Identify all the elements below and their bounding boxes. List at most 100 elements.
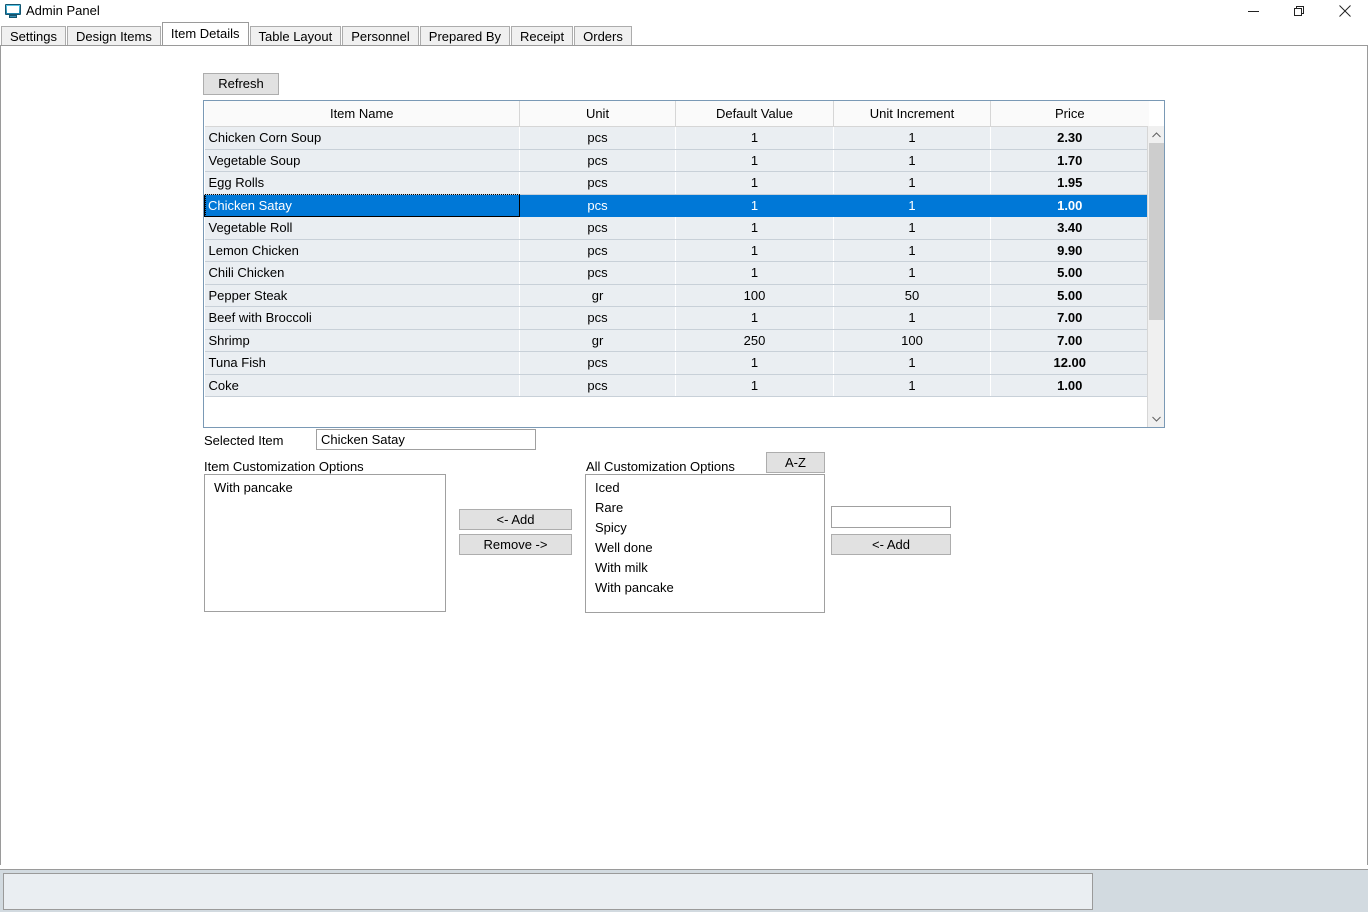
close-icon[interactable] <box>1322 0 1368 22</box>
cell-default-value[interactable]: 1 <box>676 217 834 240</box>
cell-item-name[interactable]: Vegetable Soup <box>205 149 520 172</box>
cell-unit[interactable]: pcs <box>520 352 676 375</box>
cell-unit-increment[interactable]: 1 <box>834 307 991 330</box>
list-item[interactable]: With pancake <box>586 578 824 598</box>
selected-item-input[interactable] <box>316 429 536 450</box>
cell-price[interactable]: 1.00 <box>991 194 1149 217</box>
cell-item-name[interactable]: Chicken Corn Soup <box>205 127 520 150</box>
table-row[interactable]: Pepper Steakgr100505.00 <box>205 284 1149 307</box>
cell-unit-increment[interactable]: 1 <box>834 374 991 397</box>
cell-price[interactable]: 5.00 <box>991 262 1149 285</box>
cell-unit[interactable]: pcs <box>520 127 676 150</box>
cell-unit[interactable]: gr <box>520 329 676 352</box>
cell-unit-increment[interactable]: 1 <box>834 217 991 240</box>
cell-default-value[interactable]: 1 <box>676 307 834 330</box>
table-row[interactable]: Lemon Chickenpcs119.90 <box>205 239 1149 262</box>
tab-settings[interactable]: Settings <box>1 26 66 45</box>
chevron-down-icon[interactable] <box>1148 410 1164 427</box>
list-item[interactable]: With milk <box>586 558 824 578</box>
tab-orders[interactable]: Orders <box>574 26 632 45</box>
cell-item-name[interactable]: Chicken Satay <box>205 194 520 217</box>
cell-unit[interactable]: pcs <box>520 149 676 172</box>
grid-vertical-scrollbar[interactable] <box>1147 126 1164 427</box>
cell-item-name[interactable]: Shrimp <box>205 329 520 352</box>
all-customization-options-list[interactable]: IcedRareSpicyWell doneWith milkWith panc… <box>585 474 825 613</box>
table-row[interactable]: Shrimpgr2501007.00 <box>205 329 1149 352</box>
item-customization-options-list[interactable]: With pancake <box>204 474 446 612</box>
table-row[interactable]: Beef with Broccolipcs117.00 <box>205 307 1149 330</box>
column-header-item-name[interactable]: Item Name <box>205 101 520 127</box>
column-header-price[interactable]: Price <box>991 101 1149 127</box>
list-item[interactable]: Well done <box>586 538 824 558</box>
cell-price[interactable]: 12.00 <box>991 352 1149 375</box>
cell-unit[interactable]: pcs <box>520 374 676 397</box>
table-row[interactable]: Chicken Corn Souppcs112.30 <box>205 127 1149 150</box>
cell-unit-increment[interactable]: 1 <box>834 172 991 195</box>
cell-default-value[interactable]: 100 <box>676 284 834 307</box>
cell-price[interactable]: 3.40 <box>991 217 1149 240</box>
table-row[interactable]: Tuna Fishpcs1112.00 <box>205 352 1149 375</box>
cell-price[interactable]: 7.00 <box>991 329 1149 352</box>
cell-price[interactable]: 5.00 <box>991 284 1149 307</box>
cell-price[interactable]: 1.70 <box>991 149 1149 172</box>
cell-default-value[interactable]: 1 <box>676 239 834 262</box>
restore-icon[interactable] <box>1276 0 1322 22</box>
table-row[interactable]: Chicken Sataypcs111.00 <box>205 194 1149 217</box>
cell-item-name[interactable]: Egg Rolls <box>205 172 520 195</box>
table-row[interactable]: Egg Rollspcs111.95 <box>205 172 1149 195</box>
cell-unit[interactable]: pcs <box>520 307 676 330</box>
cell-unit-increment[interactable]: 1 <box>834 127 991 150</box>
cell-item-name[interactable]: Lemon Chicken <box>205 239 520 262</box>
column-header-unit[interactable]: Unit <box>520 101 676 127</box>
cell-unit-increment[interactable]: 1 <box>834 194 991 217</box>
remove-option-from-item-button[interactable]: Remove -> <box>459 534 572 555</box>
cell-unit-increment[interactable]: 50 <box>834 284 991 307</box>
cell-default-value[interactable]: 1 <box>676 262 834 285</box>
table-row[interactable]: Cokepcs111.00 <box>205 374 1149 397</box>
cell-unit[interactable]: pcs <box>520 239 676 262</box>
cell-price[interactable]: 2.30 <box>991 127 1149 150</box>
tab-table-layout[interactable]: Table Layout <box>250 26 342 45</box>
cell-price[interactable]: 1.95 <box>991 172 1149 195</box>
refresh-button[interactable]: Refresh <box>203 73 279 95</box>
new-option-input[interactable] <box>831 506 951 528</box>
cell-default-value[interactable]: 1 <box>676 172 834 195</box>
cell-item-name[interactable]: Coke <box>205 374 520 397</box>
cell-unit[interactable]: pcs <box>520 217 676 240</box>
column-header-default-value[interactable]: Default Value <box>676 101 834 127</box>
table-row[interactable]: Chili Chickenpcs115.00 <box>205 262 1149 285</box>
cell-default-value[interactable]: 1 <box>676 374 834 397</box>
cell-default-value[interactable]: 1 <box>676 127 834 150</box>
cell-item-name[interactable]: Tuna Fish <box>205 352 520 375</box>
column-header-unit-increment[interactable]: Unit Increment <box>834 101 991 127</box>
cell-item-name[interactable]: Chili Chicken <box>205 262 520 285</box>
add-new-option-button[interactable]: <- Add <box>831 534 951 555</box>
cell-unit[interactable]: pcs <box>520 194 676 217</box>
table-row[interactable]: Vegetable Souppcs111.70 <box>205 149 1149 172</box>
cell-default-value[interactable]: 1 <box>676 194 834 217</box>
cell-item-name[interactable]: Beef with Broccoli <box>205 307 520 330</box>
cell-price[interactable]: 1.00 <box>991 374 1149 397</box>
list-item[interactable]: With pancake <box>205 478 445 498</box>
cell-unit-increment[interactable]: 100 <box>834 329 991 352</box>
tab-item-details[interactable]: Item Details <box>162 22 249 45</box>
table-row[interactable]: Vegetable Rollpcs113.40 <box>205 217 1149 240</box>
tab-receipt[interactable]: Receipt <box>511 26 573 45</box>
minimize-icon[interactable] <box>1230 0 1276 22</box>
cell-default-value[interactable]: 1 <box>676 149 834 172</box>
cell-unit-increment[interactable]: 1 <box>834 352 991 375</box>
cell-item-name[interactable]: Pepper Steak <box>205 284 520 307</box>
cell-unit[interactable]: pcs <box>520 262 676 285</box>
list-item[interactable]: Iced <box>586 478 824 498</box>
list-item[interactable]: Rare <box>586 498 824 518</box>
list-item[interactable]: Spicy <box>586 518 824 538</box>
cell-price[interactable]: 7.00 <box>991 307 1149 330</box>
chevron-up-icon[interactable] <box>1148 126 1164 143</box>
scrollbar-thumb[interactable] <box>1149 143 1164 320</box>
tab-personnel[interactable]: Personnel <box>342 26 419 45</box>
cell-default-value[interactable]: 250 <box>676 329 834 352</box>
tab-design-items[interactable]: Design Items <box>67 26 161 45</box>
tab-prepared-by[interactable]: Prepared By <box>420 26 510 45</box>
cell-unit[interactable]: gr <box>520 284 676 307</box>
items-data-grid[interactable]: Item Name Unit Default Value Unit Increm… <box>203 100 1165 428</box>
